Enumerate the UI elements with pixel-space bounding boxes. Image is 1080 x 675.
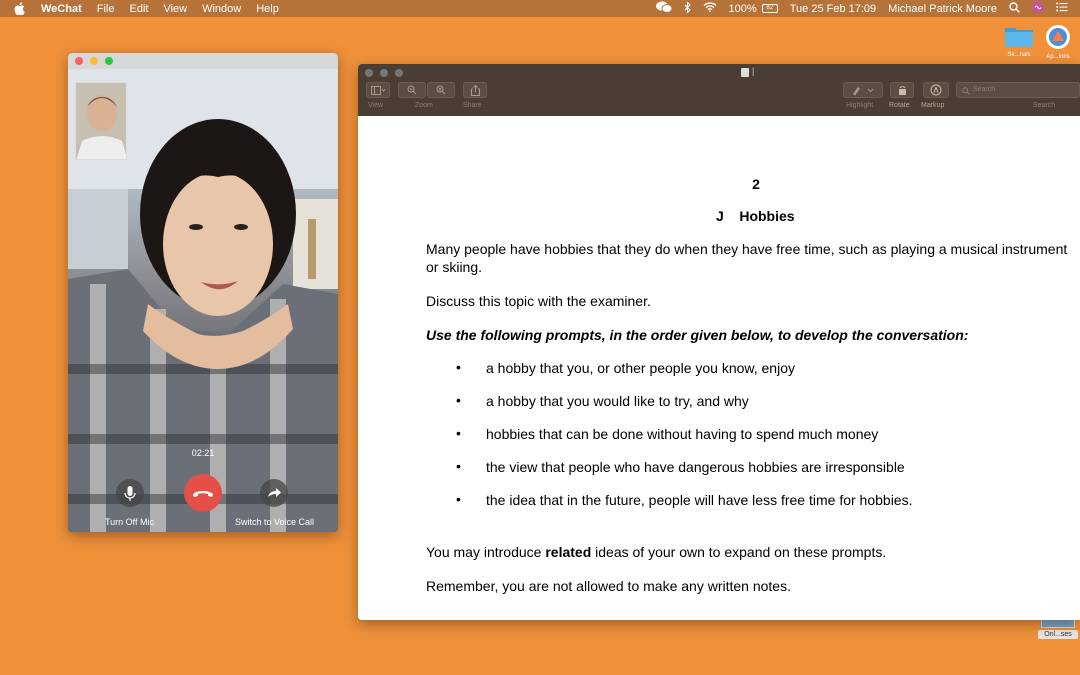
app-icon [1046,25,1070,49]
user-name[interactable]: Michael Patrick Moore [888,3,997,15]
close-window-button[interactable] [75,57,83,65]
bullet: • [456,425,461,441]
switch-to-voice-button[interactable] [260,479,288,507]
zoom-window-button[interactable] [395,69,403,77]
mic-toggle-label: Turn Off Mic [105,517,155,527]
desktop-icon-screenshots[interactable]: Se...nals [1000,24,1038,58]
bullet: • [456,458,461,474]
intro-line-1: Many people have hobbies that they do wh… [426,241,1068,257]
rotate-button[interactable] [890,82,914,98]
page-number: 2 [752,176,760,192]
apple-menu-icon[interactable] [14,2,28,16]
zoom-out-button[interactable] [398,82,426,98]
sidebar-icon [371,85,385,95]
wechat-status-icon[interactable] [655,1,673,16]
menu-view[interactable]: View [163,3,187,15]
document-icon [741,68,749,77]
zoom-window-button[interactable] [105,57,113,65]
call-timer: 02:21 [191,448,215,458]
zoom-in-icon [436,85,446,95]
local-video-preview[interactable] [75,82,127,160]
bullet: • [456,359,461,375]
rotate-label: Rotate [889,102,910,109]
menu-file[interactable]: File [97,3,115,15]
window-title: | [752,66,755,76]
bluetooth-icon[interactable] [684,0,691,16]
desktop-icon-label: Se...nals [1007,52,1031,58]
highlight-button[interactable] [843,82,883,98]
hang-up-icon [193,491,213,497]
bullet: • [456,392,461,408]
share-icon [470,84,480,96]
menu-app-name[interactable]: WeChat [41,3,82,15]
preview-toolbar: | View Zoom Share Highlight Rotate Marku… [358,64,1080,116]
menu-extras: 100% 82 Tue 25 Feb 17:09 Michael Patrick… [655,0,1080,17]
highlighter-icon [853,87,874,95]
desktop-icon-label: Ap...ions [1046,54,1070,60]
desktop-icon-applications[interactable]: Ap...ions [1038,24,1078,60]
search-placeholder: Search [973,86,996,93]
discuss-instruction: Discuss this topic with the examiner. [426,293,651,309]
desktop-icon-label: Onl...ses [1038,630,1078,639]
menu-help[interactable]: Help [256,3,279,15]
spotlight-search-icon[interactable] [1009,1,1020,16]
closing-note-bold: related [545,544,592,560]
switch-to-voice-label: Switch to Voice Call [235,517,315,527]
zoom-in-button[interactable] [427,82,455,98]
prompt-item: hobbies that can be done without having … [486,426,879,442]
battery-status[interactable]: 100% 82 [729,3,778,15]
closing-note-start: You may introduce [426,544,546,560]
menu-edit[interactable]: Edit [129,3,148,15]
prompt-item: a hobby that you would like to try, and … [486,393,749,409]
bullet: • [456,491,461,507]
siri-icon[interactable] [1032,1,1044,16]
share-button[interactable] [463,82,487,98]
battery-icon: 82 [761,4,778,14]
highlight-label: Highlight [846,102,874,109]
zoom-label: Zoom [415,102,433,109]
folder-icon [1005,28,1033,47]
preview-window: | View Zoom Share Highlight Rotate Marku… [358,64,1080,620]
reminder-note: Remember, you are not allowed to make an… [426,578,791,594]
wifi-icon[interactable] [703,2,717,15]
menu-window[interactable]: Window [202,3,241,15]
end-call-button[interactable] [184,474,222,512]
markup-label: Markup [921,102,945,109]
topic-heading: J Hobbies [716,208,795,224]
mic-toggle-button[interactable] [116,479,144,507]
notification-center-icon[interactable] [1056,2,1068,15]
prompts-instruction: Use the following prompts, in the order … [426,327,969,343]
battery-percent: 100% [728,2,757,15]
markup-button[interactable] [923,82,949,98]
switch-arrow-icon [268,488,281,497]
prompt-item: the idea that in the future, people will… [486,492,913,508]
video-call-window: 02:21 Turn Off Mic Switch to Voice Call [68,53,338,532]
search-label: Search [1033,102,1056,109]
closing-note-end: ideas of your own to expand on these pro… [591,544,887,560]
closing-note: You may introduce related ideas of your … [426,544,886,560]
local-video-frame [76,83,126,159]
minimize-window-button[interactable] [90,57,98,65]
share-label: Share [463,102,482,109]
search-icon [962,87,970,95]
minimize-window-button[interactable] [380,69,388,77]
menu-bar: WeChat File Edit View Window Help 100% 8… [0,0,1080,17]
search-field[interactable]: Search [956,82,1080,98]
intro-line-2: or skiing. [426,259,483,275]
call-title-bar[interactable] [68,53,338,69]
view-menu-button[interactable] [366,82,390,98]
clock[interactable]: Tue 25 Feb 17:09 [790,3,876,15]
remote-video: 02:21 Turn Off Mic Switch to Voice Call [68,69,338,532]
close-window-button[interactable] [365,69,373,77]
prompt-item: the view that people who have dangerous … [486,459,905,475]
microphone-icon [124,486,136,501]
document-page[interactable]: 2 J Hobbies Many people have hobbies tha… [358,116,1080,620]
rotate-icon [898,85,906,95]
view-label: View [368,102,384,109]
zoom-out-icon [407,85,417,95]
markup-icon [930,84,942,96]
prompt-item: a hobby that you, or other people you kn… [486,360,795,376]
